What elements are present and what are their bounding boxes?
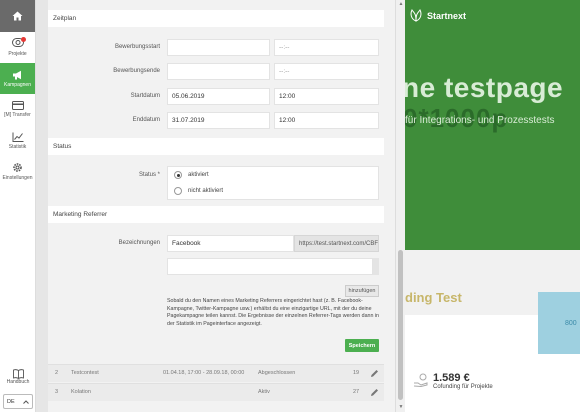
section-heading-status: Status — [48, 138, 384, 155]
row-number: 2 — [55, 370, 59, 376]
campaign-edit-panel: Zeitplan Bewerbungsstart --:-- Bewerbung… — [48, 0, 395, 412]
row-period: 01.04.18, 17:00 - 28.09.18, 00:00 — [163, 370, 245, 376]
gear-icon — [13, 163, 22, 172]
pencil-icon[interactable] — [370, 388, 379, 397]
logo-text: Startnext — [427, 10, 467, 21]
row-status: Abgeschlossen — [258, 370, 296, 376]
new-referrer-addon — [373, 258, 379, 275]
sidebar-item-projects[interactable]: Projekte — [0, 32, 35, 63]
end-time-input[interactable]: 12:00 — [274, 112, 379, 129]
funding-stat: 1.589 € Cofunding für Projekte — [433, 372, 493, 390]
sidebar-gutter — [36, 0, 48, 412]
home-icon — [12, 11, 23, 21]
notification-badge — [20, 37, 26, 42]
language-value: DE — [7, 398, 15, 405]
sidebar-item-statistics[interactable]: Statistik — [0, 125, 35, 156]
field-label: Startdatum — [130, 93, 160, 99]
radio-label: aktiviert — [188, 172, 209, 178]
field-label: Bewerbungsstart — [114, 44, 160, 50]
sidebar-item-label: [M] Transfer — [4, 112, 31, 118]
field-label: Enddatum — [132, 117, 160, 123]
hero-subtitle: für Integrations- und Prozesstests — [405, 115, 555, 126]
sidebar-item-campaigns[interactable]: Kampagnen — [0, 63, 35, 94]
referrer-info-text: Sobald du den Namen eines Marketing Refe… — [167, 298, 380, 327]
funding-label: Cofunding für Projekte — [433, 384, 493, 390]
section-heading-referrer: Marketing Referrer — [48, 206, 384, 223]
status-option-inactive[interactable]: nicht aktiviert — [174, 187, 223, 195]
sidebar-item-label: Einstellungen — [2, 175, 33, 181]
megaphone-icon — [12, 70, 21, 79]
row-name: Testcontest — [71, 370, 99, 376]
projects-icon — [11, 37, 26, 51]
scroll-down-arrow[interactable]: ▼ — [398, 404, 404, 410]
sidebar-item-label: Kampagnen — [4, 81, 31, 88]
sidebar-item-transfer[interactable]: [M] Transfer — [0, 94, 35, 125]
status-option-active[interactable]: aktiviert — [174, 171, 209, 179]
row-count: 19 — [353, 370, 360, 376]
save-button[interactable]: Speichern — [345, 339, 379, 352]
application-start-time-input[interactable]: --:-- — [274, 39, 379, 56]
leaf-icon — [410, 9, 422, 22]
sidebar-item-label: Statistik — [8, 143, 27, 150]
application-end-time-input[interactable]: --:-- — [274, 63, 379, 80]
chevron-up-icon — [23, 399, 29, 404]
end-date-input[interactable]: 31.07.2019 — [167, 112, 270, 129]
table-row[interactable]: 2 Testcontest 01.04.18, 17:00 - 28.09.18… — [48, 364, 384, 382]
sidebar: Projekte Kampagnen [M] Transfer Statisti… — [0, 0, 36, 412]
table-row[interactable]: 3 Kolation Aktiv 27 — [48, 383, 384, 401]
status-radio-group: aktiviert nicht aktiviert — [167, 166, 379, 200]
section-heading-zeitplan: Zeitplan — [48, 10, 384, 27]
transfer-icon — [11, 101, 24, 110]
hero-title: ne testpage — [405, 72, 564, 103]
chart-icon — [12, 132, 23, 142]
funding-amount: 1.589 € — [433, 372, 470, 384]
referrer-url[interactable]: https://test.startnext.com/CBF — [294, 235, 379, 252]
field-label: Bezeichnungen — [118, 240, 160, 246]
row-count: 27 — [353, 389, 360, 395]
startnext-logo: Startnext — [409, 9, 466, 22]
start-time-input[interactable]: 12:00 — [274, 88, 379, 105]
field-label: Bewerbungsende — [113, 68, 160, 74]
panel-scrollbar[interactable]: ▲ ▼ — [395, 0, 405, 412]
scroll-thumb[interactable] — [398, 250, 403, 400]
row-name: Kolation — [71, 389, 91, 395]
section-title: ding Test — [405, 290, 462, 305]
sidebar-item-label: Handbuch — [6, 379, 30, 385]
book-icon — [12, 369, 24, 379]
start-date-input[interactable]: 05.06.2019 — [167, 88, 270, 105]
row-number: 3 — [55, 389, 59, 395]
radio-selected[interactable] — [174, 171, 182, 179]
sidebar-item-handbook[interactable]: Handbuch — [0, 362, 36, 392]
background-page: Startnext ne testpage 0*1000p für Integr… — [405, 0, 580, 412]
radio-label: nicht aktiviert — [188, 188, 224, 194]
home-button[interactable] — [0, 0, 35, 32]
hand-coin-icon — [413, 373, 428, 387]
info-box-text: 800 — [565, 320, 577, 327]
sidebar-item-settings[interactable]: Einstellungen — [0, 156, 35, 187]
referrer-name-input[interactable]: Facebook — [167, 235, 294, 252]
add-referrer-button[interactable]: hinzufügen — [345, 285, 379, 297]
scroll-up-arrow[interactable]: ▲ — [398, 1, 404, 7]
new-referrer-input[interactable] — [167, 258, 373, 275]
language-select[interactable]: DE — [3, 394, 33, 409]
hero-banner: Startnext ne testpage 0*1000p für Integr… — [405, 0, 580, 250]
sidebar-item-label: Projekte — [8, 51, 27, 57]
status-label: Status * — [138, 172, 160, 178]
radio-unselected[interactable] — [174, 187, 182, 195]
row-status: Aktiv — [258, 389, 270, 395]
pencil-icon[interactable] — [370, 369, 379, 378]
application-end-date-input[interactable] — [167, 63, 270, 80]
application-start-date-input[interactable] — [167, 39, 270, 56]
